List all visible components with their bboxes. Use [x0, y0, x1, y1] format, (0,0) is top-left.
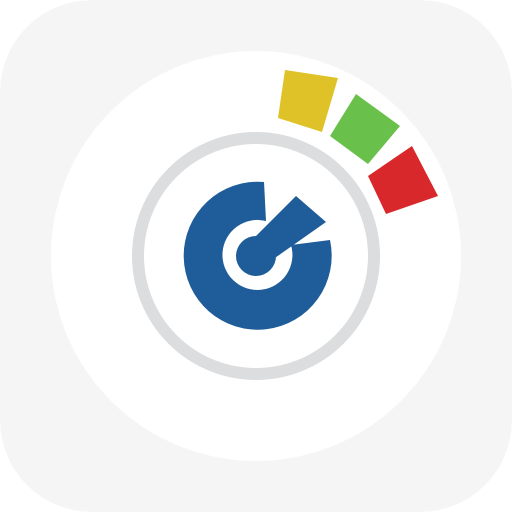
center-dot	[236, 236, 276, 276]
canvas	[0, 0, 512, 512]
gauge-target-icon	[0, 0, 512, 512]
app-icon[interactable]	[0, 0, 512, 512]
